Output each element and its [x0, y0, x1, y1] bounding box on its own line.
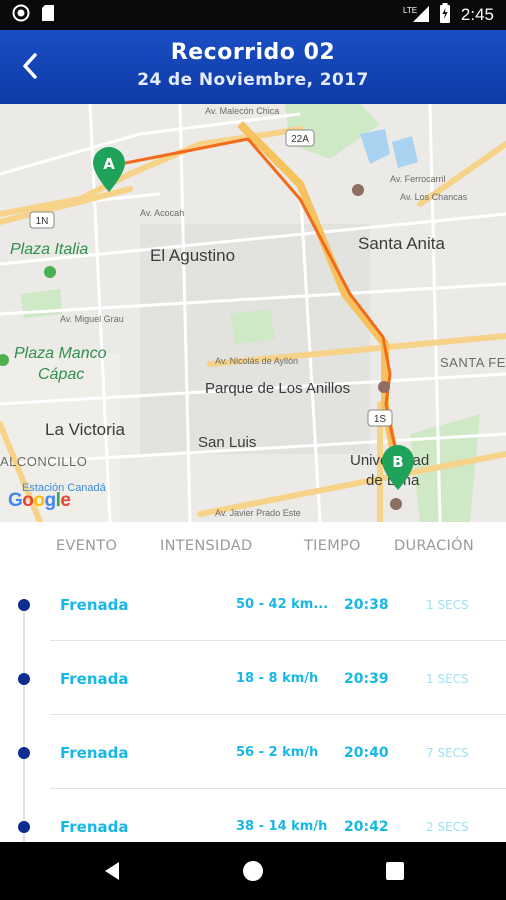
nav-recents-button[interactable] [380, 856, 410, 886]
map-label-san-luis: San Luis [198, 434, 257, 451]
duration-cell: 1 SECS [426, 598, 469, 612]
university-poi-icon [390, 498, 402, 510]
event-cell: Frenada [60, 818, 129, 836]
time-cell: 20:38 [344, 597, 389, 613]
route-map[interactable]: 22A 1N 1S Av. Malecón Chica Av. Acocah A… [0, 104, 506, 522]
highway-1s-shield: 1S [367, 409, 393, 427]
svg-text:A: A [103, 155, 115, 173]
intensity-cell: 18 - 8 km/h [236, 671, 319, 686]
map-label-street: Av. Malecón Chica [205, 106, 280, 116]
time-cell: 20:39 [344, 671, 389, 687]
event-cell: Frenada [60, 670, 129, 688]
landmark-poi-icon [378, 381, 390, 393]
table-header: EVENTO INTENSIDAD TIEMPO DURACIÓN [0, 522, 506, 572]
google-logo: Google [8, 490, 71, 511]
park-poi-icon [44, 266, 56, 278]
row-divider [50, 714, 506, 715]
svg-text:1N: 1N [36, 216, 49, 227]
intensity-cell: 50 - 42 km... [236, 597, 329, 612]
column-header-duration: DURACIÓN [394, 538, 474, 554]
battery-icon [439, 2, 451, 28]
table-row[interactable]: Frenada 56 - 2 km/h 20:40 7 SECS [0, 720, 506, 794]
timeline-dot-icon [18, 673, 30, 685]
table-row[interactable]: Frenada 18 - 8 km/h 20:39 1 SECS [0, 646, 506, 720]
map-pin-icon: B [382, 445, 414, 490]
event-list[interactable]: Frenada 50 - 42 km... 20:38 1 SECS Frena… [0, 572, 506, 842]
event-cell: Frenada [60, 744, 129, 762]
column-header-event: EVENTO [56, 538, 118, 554]
column-header-time: TIEMPO [304, 538, 361, 554]
status-bar: LTE 2:45 [0, 0, 506, 30]
map-label-santa-anita: Santa Anita [358, 234, 445, 253]
svg-text:22A: 22A [291, 134, 309, 145]
map-label-plaza-manco-2: Cápac [38, 366, 85, 383]
highway-22a-shield: 22A [285, 129, 315, 147]
duration-cell: 1 SECS [426, 672, 469, 686]
map-label-street: Av. Miguel Grau [60, 314, 124, 324]
page-title: Recorrido 02 [170, 40, 336, 65]
table-row[interactable]: Frenada 50 - 42 km... 20:38 1 SECS [0, 572, 506, 646]
nav-back-button[interactable] [97, 856, 127, 886]
map-label-la-victoria: La Victoria [45, 420, 126, 439]
map-label-plaza-italia: Plaza Italia [10, 241, 89, 258]
map-label-santa-fel: SANTA FEL [440, 355, 506, 370]
map-label-street: Av. Los Chancas [400, 192, 468, 202]
intensity-cell: 38 - 14 km/h [236, 819, 328, 834]
event-cell: Frenada [60, 596, 129, 614]
intensity-cell: 56 - 2 km/h [236, 745, 319, 760]
timeline-dot-icon [18, 821, 30, 833]
circle-home-icon [243, 861, 263, 881]
map-pin-icon: A [93, 147, 125, 192]
app-bar: Recorrido 02 24 de Noviembre, 2017 [0, 30, 506, 104]
sd-card-icon [40, 4, 56, 26]
duration-cell: 2 SECS [426, 820, 469, 834]
svg-text:LTE: LTE [403, 6, 417, 15]
time-cell: 20:42 [344, 819, 389, 835]
timeline-dot-icon [18, 747, 30, 759]
map-label-street: Av. Ferrocarril [390, 174, 446, 184]
status-time: 2:45 [460, 5, 494, 24]
column-header-intensity: INTENSIDAD [160, 538, 253, 554]
notification-circle-icon [12, 4, 30, 26]
svg-text:B: B [392, 453, 403, 471]
table-row[interactable]: Frenada 38 - 14 km/h 20:42 2 SECS [0, 794, 506, 842]
lte-signal-icon: LTE [403, 4, 429, 27]
map-label-plaza-manco: Plaza Manco [14, 345, 107, 362]
map-label-street: Av. Nicolás de Ayllón [215, 356, 299, 366]
system-nav-bar [0, 842, 506, 900]
svg-text:1S: 1S [374, 414, 387, 425]
nav-home-button[interactable] [238, 856, 268, 886]
time-cell: 20:40 [344, 745, 389, 761]
highway-1n-shield: 1N [29, 211, 55, 229]
map-label-street: Av. Javier Prado Este [215, 508, 301, 518]
page-subtitle: 24 de Noviembre, 2017 [137, 70, 369, 90]
map-label-street: Av. Acocah [140, 208, 185, 218]
row-divider [50, 788, 506, 789]
map-label-parque: Parque de Los Anillos [205, 380, 351, 397]
square-recents-icon [386, 862, 404, 880]
map-label-alconcillo: ALCONCILLO [0, 454, 88, 469]
duration-cell: 7 SECS [426, 746, 469, 760]
museum-poi-icon [352, 184, 364, 196]
map-label-el-agustino: El Agustino [150, 246, 236, 265]
row-divider [50, 640, 506, 641]
triangle-back-icon [105, 862, 119, 880]
timeline-dot-icon [18, 599, 30, 611]
